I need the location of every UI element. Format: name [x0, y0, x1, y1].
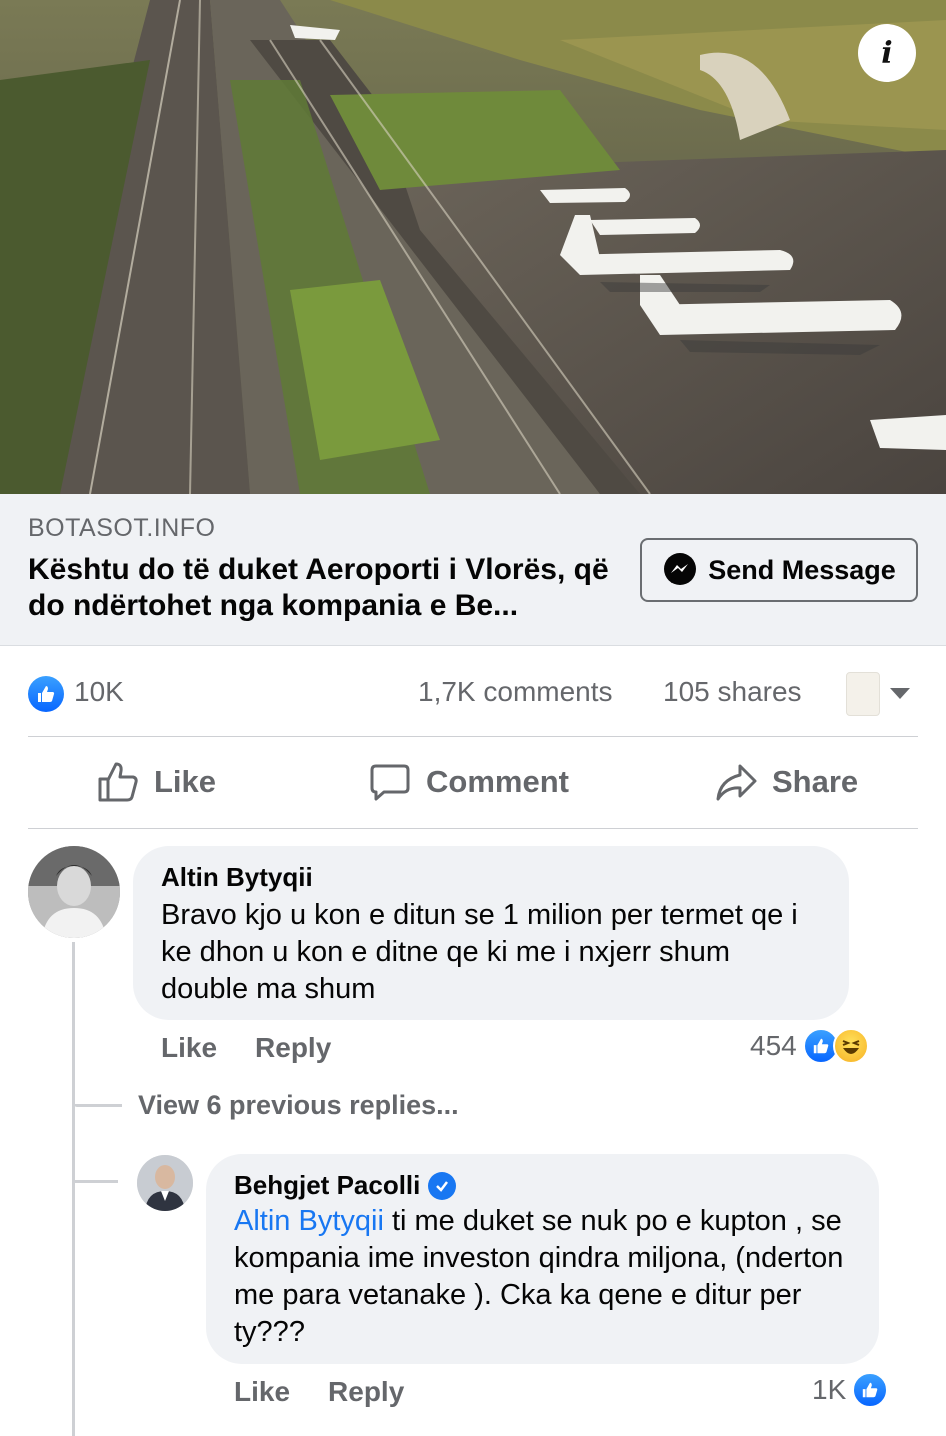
reactor-avatar[interactable] — [846, 672, 880, 716]
divider — [28, 828, 918, 829]
send-message-label: Send Message — [708, 554, 896, 585]
reply-bubble: Behgjet Pacolli Altin Bytyqii ti me duke… — [206, 1154, 879, 1364]
person-photo-icon — [28, 846, 120, 938]
commenter-avatar[interactable] — [28, 846, 120, 938]
reply-reply-button[interactable]: Reply — [328, 1376, 404, 1408]
reply-text: Altin Bytyqii ti me duket se nuk po e ku… — [234, 1203, 851, 1351]
like-label: Like — [154, 764, 217, 799]
like-reaction-icon — [852, 1372, 889, 1408]
reply-reaction-count: 1K — [812, 1374, 847, 1405]
haha-reaction-icon — [832, 1028, 869, 1064]
caret-down-icon[interactable] — [890, 688, 910, 699]
comment-reaction-count: 454 — [750, 1030, 797, 1061]
verified-badge-icon — [428, 1171, 457, 1200]
share-button[interactable]: Share — [714, 760, 858, 804]
comment-bubble: Altin Bytyqii Bravo kjo u kon e ditun se… — [133, 846, 849, 1020]
reaction-count[interactable]: 10K — [74, 676, 124, 708]
comment-reactions[interactable]: 454 — [750, 1028, 869, 1064]
comment-author[interactable]: Altin Bytyqii — [161, 862, 821, 893]
comments-count[interactable]: 1,7K comments — [418, 676, 613, 708]
reply-author[interactable]: Behgjet Pacolli — [234, 1170, 851, 1201]
reply-reactions[interactable]: 1K — [812, 1372, 889, 1408]
comment-like-button[interactable]: Like — [161, 1032, 217, 1064]
comment-reply-button[interactable]: Reply — [255, 1032, 331, 1064]
link-title[interactable]: Kështu do të duket Aeroporti i Vlorës, q… — [28, 552, 628, 624]
comment-icon — [370, 764, 410, 801]
like-button[interactable]: Like — [96, 760, 216, 804]
thread-branch — [74, 1104, 122, 1107]
thread-branch — [74, 1180, 118, 1183]
like-reaction-icon[interactable] — [28, 676, 64, 712]
info-button[interactable]: i — [858, 24, 916, 82]
comment-text: Bravo kjo u kon e ditun se 1 milion per … — [161, 899, 798, 1005]
post-action-bar: Like Comment Share — [0, 740, 946, 828]
reply-author-name: Behgjet Pacolli — [234, 1170, 421, 1200]
messenger-icon — [664, 553, 697, 585]
airport-rendering-image — [0, 0, 946, 494]
divider — [28, 736, 918, 737]
reply-like-button[interactable]: Like — [234, 1376, 290, 1408]
share-label: Share — [772, 764, 859, 799]
comment-actions: Like Reply — [161, 1032, 331, 1064]
mention-link[interactable]: Altin Bytyqii — [234, 1205, 384, 1237]
person-photo-icon — [137, 1155, 193, 1211]
reply-actions: Like Reply — [234, 1376, 404, 1408]
thumbs-up-icon — [98, 762, 138, 802]
reply-author-avatar[interactable] — [137, 1155, 193, 1211]
post-stats: 10K 1,7K comments 105 shares — [0, 660, 946, 724]
share-icon — [716, 764, 757, 801]
send-message-button[interactable]: Send Message — [640, 538, 918, 602]
comment-button[interactable]: Comment — [368, 760, 569, 804]
view-previous-replies-link[interactable]: View 6 previous replies... — [138, 1090, 459, 1121]
link-domain: BOTASOT.INFO — [28, 514, 216, 542]
shares-count[interactable]: 105 shares — [663, 676, 802, 708]
thread-line — [72, 942, 75, 1436]
comment-label: Comment — [426, 764, 569, 799]
info-icon: i — [881, 35, 893, 71]
link-preview[interactable]: BOTASOT.INFO Kështu do të duket Aeroport… — [0, 494, 946, 646]
link-preview-image[interactable]: i — [0, 0, 946, 494]
